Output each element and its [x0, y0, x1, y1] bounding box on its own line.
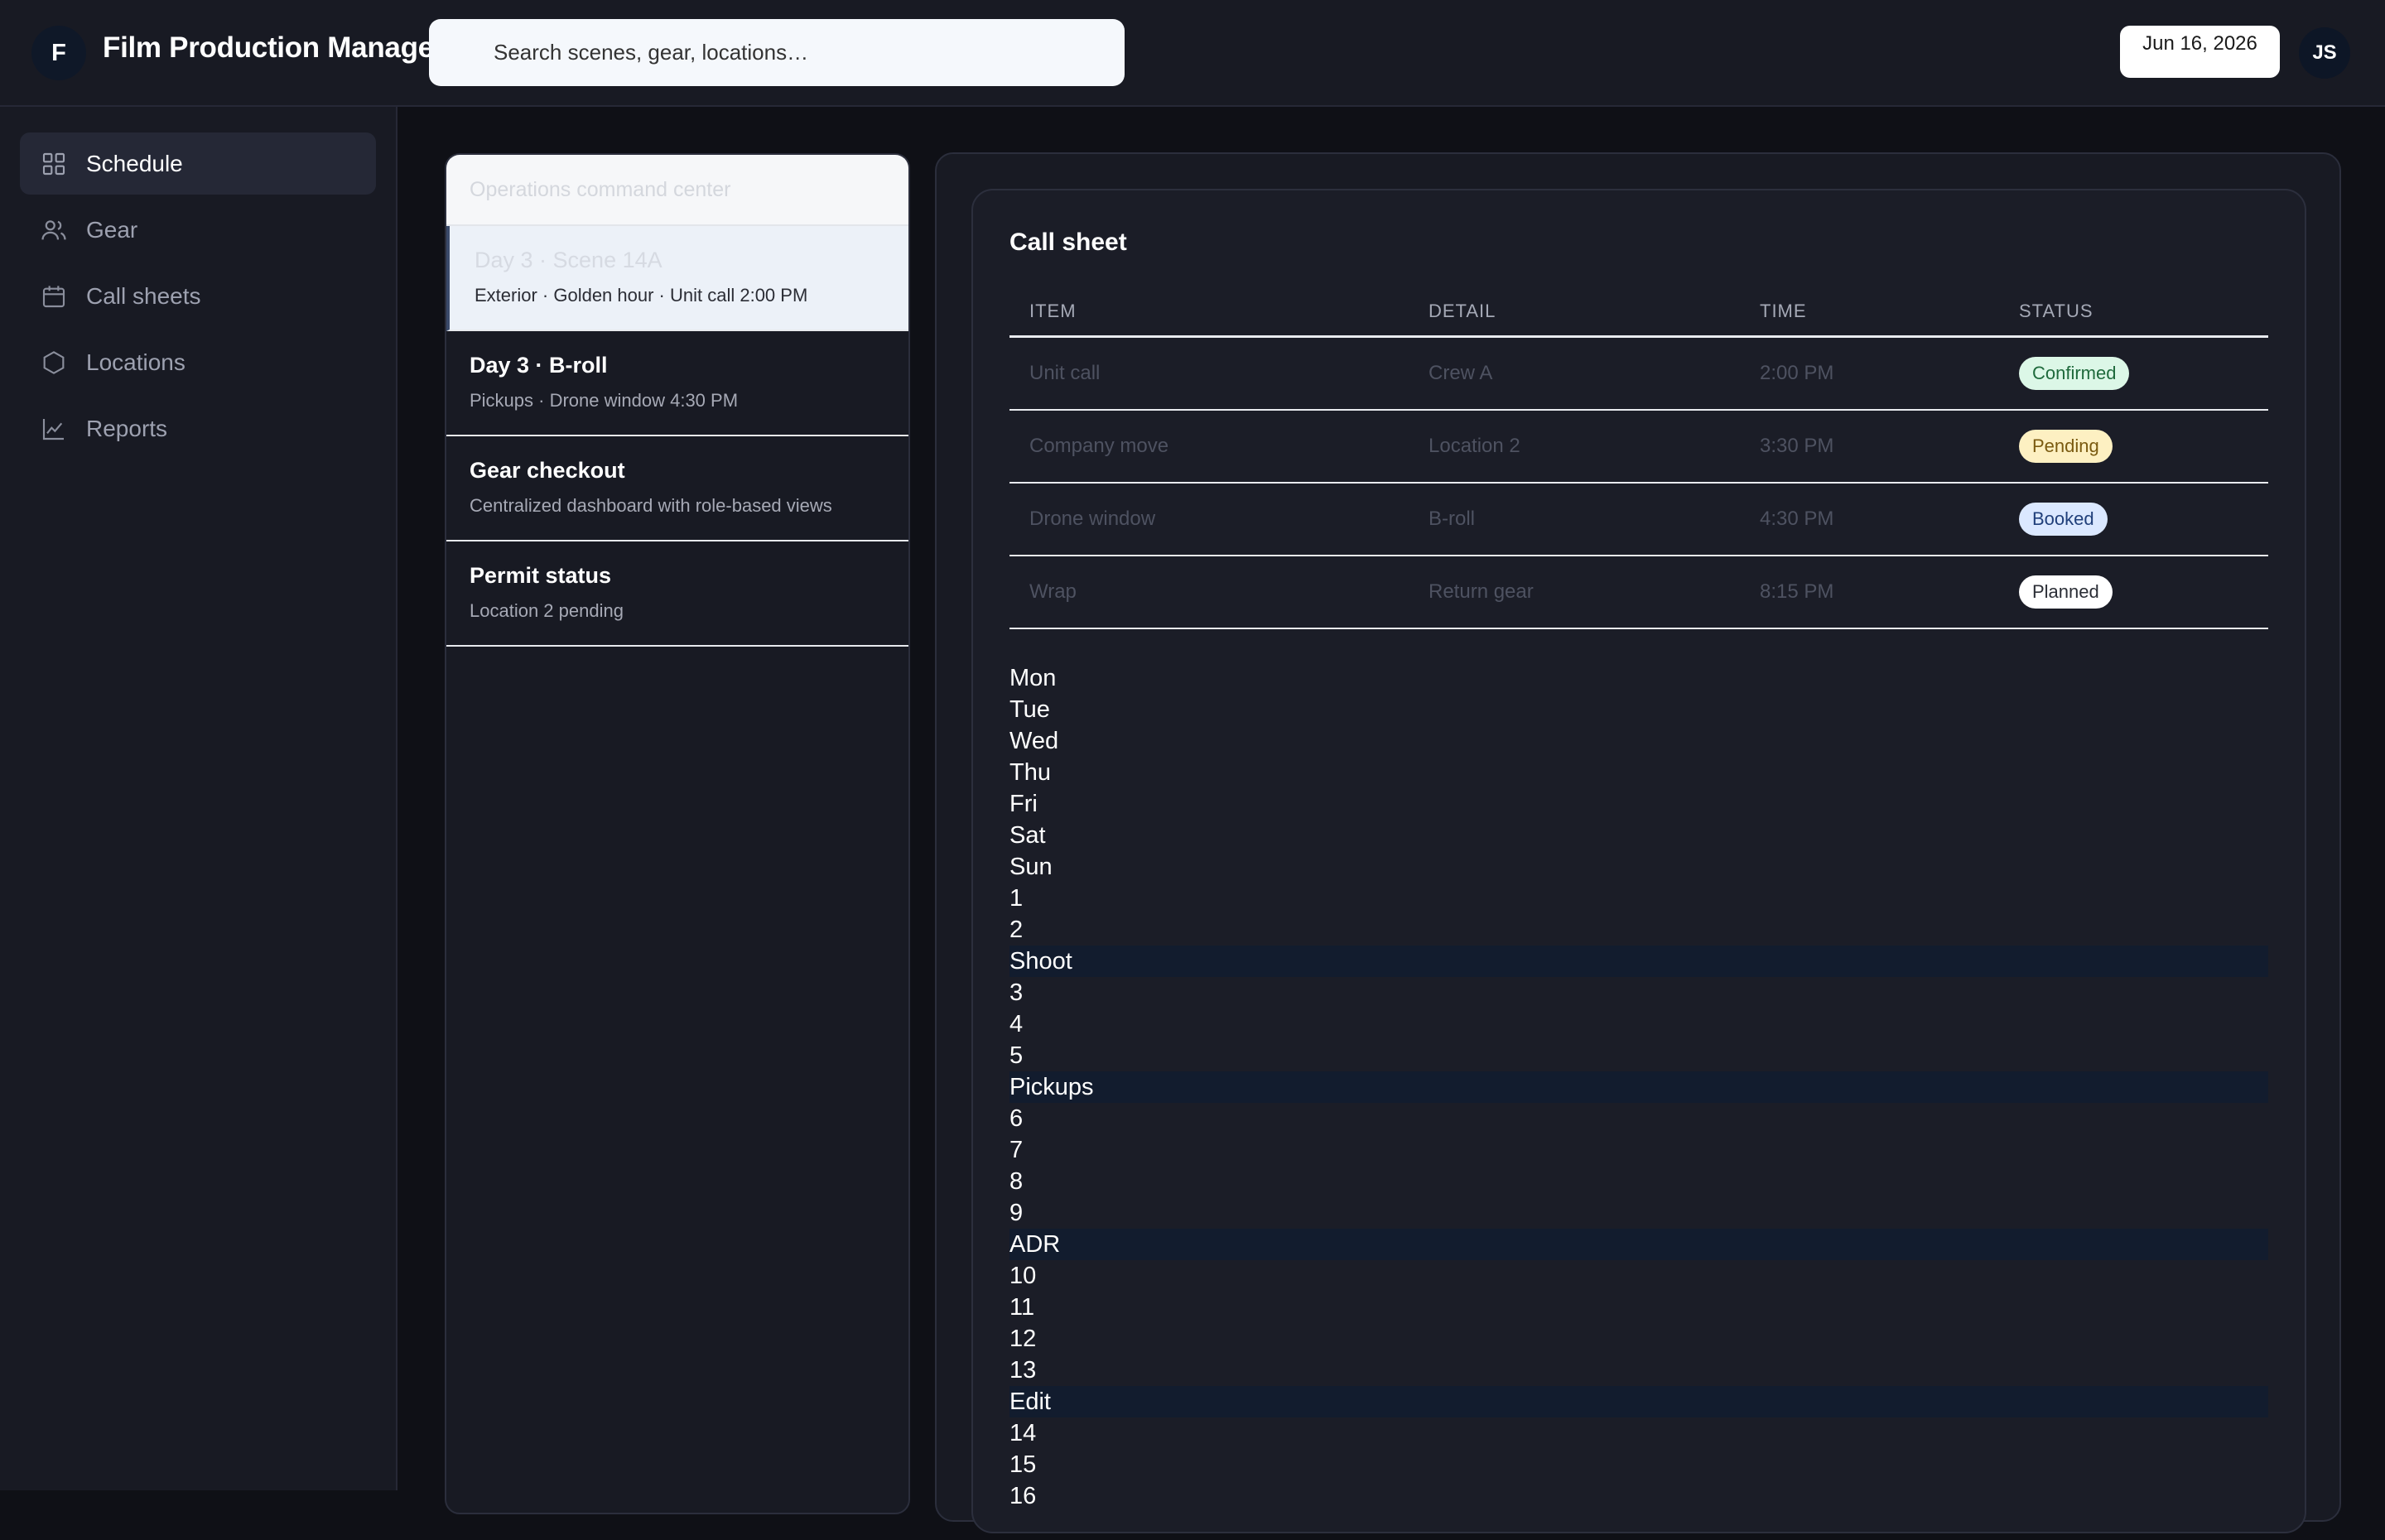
- calendar-day[interactable]: 11: [1009, 1292, 2268, 1323]
- calendar-day[interactable]: 3: [1009, 977, 2268, 1008]
- list-header: Operations command center: [446, 155, 908, 226]
- search-input[interactable]: [429, 19, 1125, 86]
- calendar-icon: [40, 282, 68, 310]
- list-item[interactable]: Day 3 · B-roll Pickups · Drone window 4:…: [446, 331, 908, 436]
- sidebar-item-schedule[interactable]: Schedule: [20, 132, 376, 195]
- card-title: Call sheet: [1009, 229, 1127, 256]
- column-header[interactable]: ITEM: [1009, 287, 1409, 338]
- date-picker-button[interactable]: Jun 16, 2026: [2120, 26, 2280, 78]
- list-item[interactable]: Gear checkout Centralized dashboard with…: [446, 436, 908, 541]
- sidebar: Schedule Gear Call sheets Locations Repo…: [0, 107, 398, 1490]
- cell-item: Unit call: [1009, 336, 1409, 411]
- calendar-event[interactable]: Edit: [1009, 1386, 2268, 1417]
- sidebar-item-label: Gear: [86, 216, 138, 243]
- list-item-title: Day 3 · B-roll: [470, 353, 608, 378]
- weekday-label: Fri: [1009, 791, 1038, 817]
- app-title: Film Production Manager: [103, 31, 446, 64]
- weekday-label: Thu: [1009, 759, 1051, 786]
- cell-detail: Crew A: [1409, 336, 1740, 411]
- users-icon: [40, 216, 68, 244]
- column-header[interactable]: DETAIL: [1409, 287, 1740, 338]
- calendar-day[interactable]: 15: [1009, 1449, 2268, 1480]
- calendar-day[interactable]: 9: [1009, 1197, 2268, 1229]
- status-badge: Confirmed: [2019, 357, 2130, 390]
- cell-item: Company move: [1009, 410, 1409, 484]
- status-badge: Pending: [2019, 430, 2113, 463]
- list-item-title: Gear checkout: [470, 458, 625, 483]
- calendar-view: Mon Tue Wed Thu Fri Sat Sun 1 2 Shoot 3 …: [1009, 662, 2268, 1540]
- calendar-event[interactable]: Shoot: [1009, 946, 2268, 977]
- cell-item: Drone window: [1009, 483, 1409, 556]
- cell-detail: B-roll: [1409, 483, 1740, 556]
- calendar-day[interactable]: 7: [1009, 1134, 2268, 1166]
- grid-icon: [40, 150, 68, 178]
- calendar-day[interactable]: 12: [1009, 1323, 2268, 1355]
- sidebar-item-locations[interactable]: Locations: [20, 331, 376, 393]
- sidebar-item-label: Schedule: [86, 150, 183, 176]
- weekday-label: Tue: [1009, 696, 1050, 723]
- main-panel: Call sheet ITEM DETAIL TIME STATUS Unit …: [935, 152, 2341, 1533]
- column-header[interactable]: STATUS: [1999, 287, 2268, 338]
- list-item-subtitle: Centralized dashboard with role-based vi…: [470, 495, 832, 516]
- weekday-label: Sun: [1009, 854, 1053, 880]
- table-row[interactable]: Wrap Return gear 8:15 PM Planned: [1009, 556, 2268, 629]
- list-item-subtitle: Pickups · Drone window 4:30 PM: [470, 390, 739, 411]
- calendar-day[interactable]: 4: [1009, 1008, 2268, 1040]
- list-item-title: Day 3 · Scene 14A: [475, 248, 662, 272]
- sidebar-item-call-sheets[interactable]: Call sheets: [20, 265, 376, 327]
- app-logo: F: [31, 26, 86, 80]
- list-item-subtitle: Location 2 pending: [470, 600, 624, 621]
- cell-time: 3:30 PM: [1740, 410, 1999, 484]
- operations-list-panel: Operations command center Day 3 · Scene …: [445, 153, 910, 1514]
- cell-status: Booked: [1999, 483, 2268, 556]
- cell-status: Confirmed: [1999, 336, 2268, 411]
- calendar-event[interactable]: Pickups: [1009, 1071, 2268, 1103]
- list-item-title: Permit status: [470, 563, 612, 588]
- cell-detail: Return gear: [1409, 556, 1740, 629]
- status-badge: Booked: [2019, 503, 2108, 536]
- hexagon-icon: [40, 349, 68, 377]
- top-bar: F Film Production Manager Jun 16, 2026 J…: [0, 0, 2385, 107]
- cell-time: 4:30 PM: [1740, 483, 1999, 556]
- weekday-label: Wed: [1009, 728, 1059, 754]
- table-row[interactable]: Company move Location 2 3:30 PM Pending: [1009, 410, 2268, 484]
- call-sheet-table: ITEM DETAIL TIME STATUS Unit call Crew A…: [1009, 287, 2268, 629]
- calendar-day[interactable]: 6: [1009, 1103, 2268, 1134]
- table-row[interactable]: Drone window B-roll 4:30 PM Booked: [1009, 483, 2268, 556]
- list-item[interactable]: Permit status Location 2 pending: [446, 541, 908, 647]
- sidebar-item-gear[interactable]: Gear: [20, 199, 376, 261]
- cell-status: Planned: [1999, 556, 2268, 629]
- sidebar-item-reports[interactable]: Reports: [20, 397, 376, 460]
- calendar-day[interactable]: 14: [1009, 1417, 2268, 1449]
- user-avatar[interactable]: JS: [2299, 27, 2350, 79]
- weekday-label: Mon: [1009, 665, 1057, 691]
- cell-time: 8:15 PM: [1740, 556, 1999, 629]
- calendar-day[interactable]: 8: [1009, 1166, 2268, 1197]
- list-item-subtitle: Exterior · Golden hour · Unit call 2:00 …: [475, 285, 808, 306]
- cell-time: 2:00 PM: [1740, 336, 1999, 411]
- calendar-event[interactable]: ADR: [1009, 1229, 2268, 1260]
- chart-line-icon: [40, 415, 68, 443]
- cell-status: Pending: [1999, 410, 2268, 484]
- calendar-day[interactable]: 10: [1009, 1260, 2268, 1292]
- calendar-day[interactable]: 1: [1009, 883, 2268, 914]
- cell-detail: Location 2: [1409, 410, 1740, 484]
- status-badge: Planned: [2019, 575, 2113, 609]
- sidebar-item-label: Reports: [86, 415, 168, 441]
- cell-item: Wrap: [1009, 556, 1409, 629]
- list-item[interactable]: Day 3 · Scene 14A Exterior · Golden hour…: [446, 226, 908, 331]
- calendar-day[interactable]: 2: [1009, 914, 2268, 946]
- calendar-day[interactable]: 13: [1009, 1355, 2268, 1386]
- table-row[interactable]: Unit call Crew A 2:00 PM Confirmed: [1009, 336, 2268, 411]
- table-header-row: ITEM DETAIL TIME STATUS: [1009, 287, 2268, 338]
- calendar-day[interactable]: 16: [1009, 1480, 2268, 1512]
- sidebar-item-label: Call sheets: [86, 282, 201, 309]
- calendar-day[interactable]: 5: [1009, 1040, 2268, 1071]
- column-header[interactable]: TIME: [1740, 287, 1999, 338]
- sidebar-item-label: Locations: [86, 349, 186, 375]
- weekday-label: Sat: [1009, 822, 1046, 849]
- call-sheet-card: Call sheet ITEM DETAIL TIME STATUS Unit …: [971, 189, 2306, 1533]
